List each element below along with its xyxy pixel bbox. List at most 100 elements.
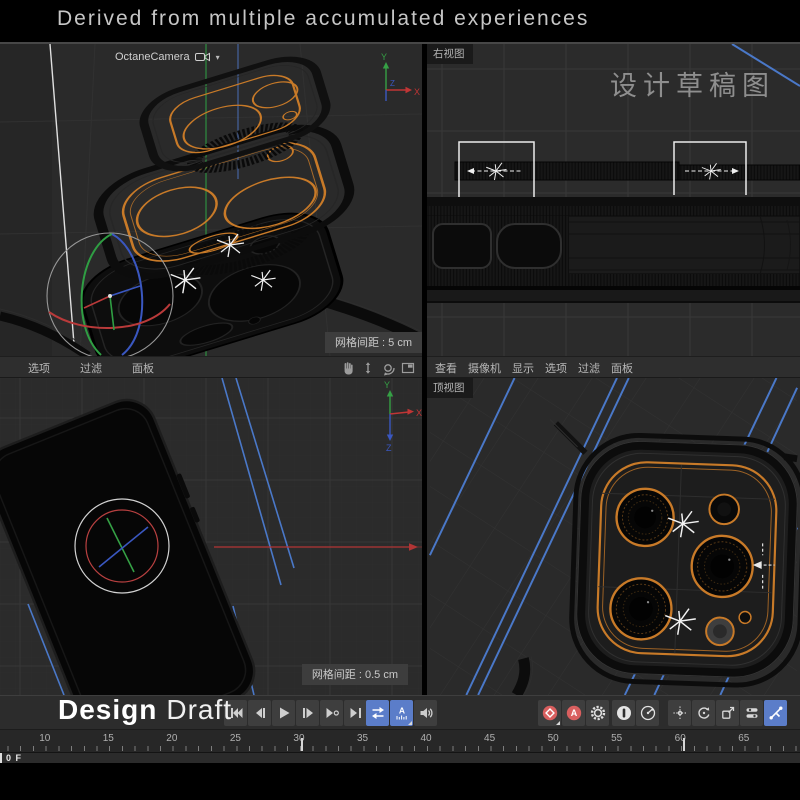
key-filter-controls xyxy=(612,700,660,726)
autokey-button[interactable]: A xyxy=(562,700,585,726)
menu-items: 查看摄像机显示选项过滤面板 xyxy=(427,357,644,379)
axis-y-label: Y xyxy=(381,52,387,62)
ruler-number-9: 50 xyxy=(521,733,585,744)
orbit-rotate-icon[interactable] xyxy=(380,360,396,376)
ruler-number-6: 35 xyxy=(331,733,395,744)
viewport-menubar-right: 查看摄像机显示选项过滤面板 xyxy=(427,356,800,378)
keying-settings-button[interactable] xyxy=(586,700,609,726)
autokey-track-button[interactable]: A xyxy=(390,700,413,726)
camera-bump-model[interactable] xyxy=(570,433,800,687)
perspective-menu-item-1[interactable]: 选项 xyxy=(28,360,50,376)
ruler-number-5: 30 xyxy=(267,733,331,744)
previous-key-button[interactable] xyxy=(248,700,271,726)
axis-z-label: Z xyxy=(390,79,395,88)
ruler-number-7: 40 xyxy=(394,733,458,744)
goto-start-icon xyxy=(228,705,244,721)
axis-x-label: X xyxy=(416,408,422,418)
play-button[interactable] xyxy=(272,700,295,726)
right-view-menu-item-3[interactable]: 显示 xyxy=(512,360,534,376)
viewport-label: 右视图 xyxy=(427,44,473,64)
rotate-tool-button[interactable] xyxy=(692,700,715,726)
c4d-window: Derived from multiple accumulated experi… xyxy=(0,0,800,800)
ruler-numbers: 101520253035404550556065 xyxy=(13,733,776,744)
camera-menu-caret-icon[interactable]: ▾ xyxy=(216,53,220,62)
axis-z-label: Z xyxy=(386,443,392,453)
rotation-key-toggle-button[interactable] xyxy=(636,700,659,726)
goto-end-icon xyxy=(348,705,364,721)
play-icon xyxy=(276,705,292,721)
svg-text:A: A xyxy=(398,706,404,716)
front-view-scene: Y X Z xyxy=(0,378,422,695)
page-title: Derived from multiple accumulated experi… xyxy=(57,7,589,31)
previous-key-icon xyxy=(252,705,268,721)
record-keyframe-button[interactable] xyxy=(538,700,561,726)
camera-name: OctaneCamera xyxy=(115,51,190,63)
autokey-icon: A xyxy=(566,705,582,721)
animation-toolbar: A ‹ 0 F › xyxy=(0,695,800,729)
timeline-marker-60[interactable] xyxy=(683,738,685,751)
transport-controls xyxy=(224,700,368,726)
viewport-right[interactable]: 右视图 设计草稿图 xyxy=(427,44,800,356)
right-view-menu-item-2[interactable]: 摄像机 xyxy=(468,360,501,376)
loop-icon xyxy=(370,705,386,721)
next-key-icon xyxy=(324,705,340,721)
ruler-number-2: 15 xyxy=(77,733,141,744)
viewport-perspective[interactable]: Y X Z OctaneCamera ▾ 网格间距 : 5 cm xyxy=(0,44,422,356)
tool-controls xyxy=(668,700,788,726)
scale-tool-button[interactable] xyxy=(716,700,739,726)
timeline-ruler[interactable]: 101520253035404550556065 xyxy=(0,729,800,752)
record-keyframe-icon xyxy=(542,705,558,721)
playhead-marker[interactable] xyxy=(0,753,2,763)
sound-button[interactable] xyxy=(414,700,437,726)
camera-label[interactable]: OctaneCamera ▾ xyxy=(115,51,220,63)
keying-controls: A xyxy=(538,700,610,726)
rotation-key-icon xyxy=(640,705,656,721)
camera-icon xyxy=(195,52,211,62)
ruler-number-8: 45 xyxy=(458,733,522,744)
scale-tool-icon xyxy=(720,705,736,721)
sliders-icon xyxy=(744,705,760,721)
grid-spacing-label: 网格间距 : 0.5 cm xyxy=(302,664,408,685)
right-view-menu-item-4[interactable]: 选项 xyxy=(545,360,567,376)
ruler-number-3: 20 xyxy=(140,733,204,744)
next-key-button[interactable] xyxy=(320,700,343,726)
right-view-menu-item-6[interactable]: 面板 xyxy=(611,360,633,376)
timeline-marker-30[interactable] xyxy=(301,738,303,751)
snap-icon xyxy=(768,705,784,721)
loop-playback-button[interactable] xyxy=(366,700,389,726)
maximize-viewport-icon[interactable] xyxy=(400,360,416,376)
ruler-ticks xyxy=(0,746,800,751)
goto-end-button[interactable] xyxy=(344,700,367,726)
bottom-spacer xyxy=(0,763,800,800)
viewport-menubar-perspective: 选项 过滤 面板 xyxy=(0,356,422,378)
zoom-arrows-icon[interactable] xyxy=(360,360,376,376)
next-frame-icon xyxy=(300,705,316,721)
layer-settings-button[interactable] xyxy=(740,700,763,726)
gear-icon xyxy=(590,705,606,721)
right-view-menu-item-1[interactable]: 查看 xyxy=(435,360,457,376)
grid-spacing-label: 网格间距 : 5 cm xyxy=(325,332,422,353)
ruler-number-12: 65 xyxy=(712,733,776,744)
ruler-number-1: 10 xyxy=(13,733,77,744)
viewport-top[interactable]: 顶视图 xyxy=(427,378,800,695)
ruler-number-10: 55 xyxy=(585,733,649,744)
playback-mode-controls: A xyxy=(366,700,438,726)
goto-start-button[interactable] xyxy=(224,700,247,726)
snap-toggle-button[interactable] xyxy=(764,700,787,726)
pan-hand-icon[interactable] xyxy=(340,360,356,376)
ruler-number-4: 25 xyxy=(204,733,268,744)
position-key-toggle-button[interactable] xyxy=(612,700,635,726)
axis-x-label: X xyxy=(414,87,420,97)
speaker-icon xyxy=(418,705,434,721)
next-frame-button[interactable] xyxy=(296,700,319,726)
viewport-front[interactable]: Y X Z 网格间距 : 0.5 cm xyxy=(0,378,422,695)
perspective-menu-item-3[interactable]: 面板 xyxy=(132,360,154,376)
design-draft-watermark-cn: 设计草稿图 xyxy=(610,64,775,103)
keyframe-track-icon: A xyxy=(394,705,410,721)
perspective-menu-item-2[interactable]: 过滤 xyxy=(80,360,102,376)
move-tool-button[interactable] xyxy=(668,700,691,726)
axis-y-label: Y xyxy=(384,380,390,390)
frame-indicator-bar[interactable]: 0 F xyxy=(0,752,800,763)
rotate-tool-icon xyxy=(696,705,712,721)
right-view-menu-item-5[interactable]: 过滤 xyxy=(578,360,600,376)
